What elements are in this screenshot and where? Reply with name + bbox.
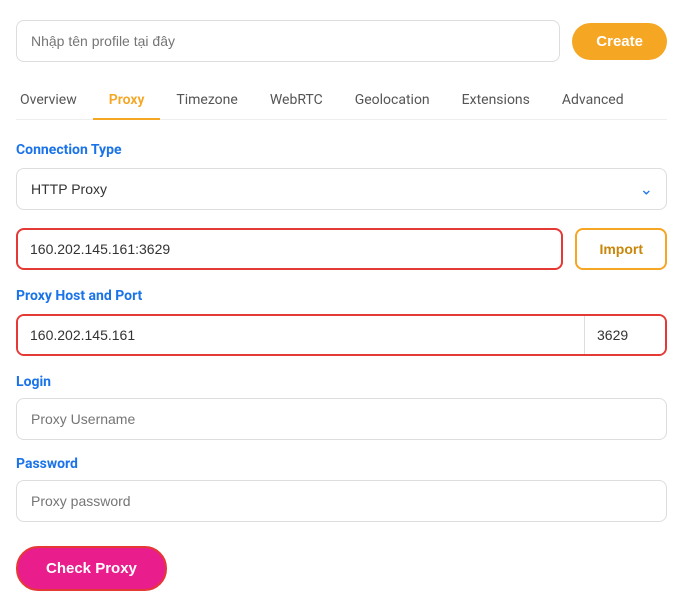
username-input[interactable]	[16, 398, 667, 440]
header-row: Create	[16, 20, 667, 62]
raw-proxy-input[interactable]	[16, 228, 563, 270]
tab-overview[interactable]: Overview	[16, 82, 93, 120]
proxy-port-input[interactable]	[585, 316, 665, 354]
tab-proxy[interactable]: Proxy	[93, 82, 161, 120]
check-proxy-wrapper: Check Proxy	[16, 546, 667, 591]
host-port-label: Proxy Host and Port	[16, 288, 667, 304]
password-input[interactable]	[16, 480, 667, 522]
tab-extensions[interactable]: Extensions	[446, 82, 546, 120]
connection-type-select[interactable]: HTTP Proxy HTTPS Proxy SOCKS4 Proxy SOCK…	[16, 168, 667, 210]
tab-geolocation[interactable]: Geolocation	[339, 82, 446, 120]
import-button[interactable]: Import	[575, 228, 667, 270]
tabs-bar: Overview Proxy Timezone WebRTC Geolocati…	[16, 82, 667, 120]
import-row: Import	[16, 228, 667, 270]
proxy-host-input[interactable]	[18, 316, 584, 354]
password-label: Password	[16, 456, 667, 472]
create-button[interactable]: Create	[572, 23, 667, 60]
host-port-row	[16, 314, 667, 356]
profile-name-input[interactable]	[16, 20, 560, 62]
login-label: Login	[16, 374, 667, 390]
connection-type-label: Connection Type	[16, 142, 667, 158]
password-section: Password	[16, 456, 667, 522]
check-proxy-button[interactable]: Check Proxy	[16, 546, 167, 591]
tab-advanced[interactable]: Advanced	[546, 82, 640, 120]
login-section: Login	[16, 374, 667, 440]
connection-type-dropdown-wrapper: HTTP Proxy HTTPS Proxy SOCKS4 Proxy SOCK…	[16, 168, 667, 210]
tab-webrtc[interactable]: WebRTC	[254, 82, 339, 120]
tab-timezone[interactable]: Timezone	[160, 82, 253, 120]
